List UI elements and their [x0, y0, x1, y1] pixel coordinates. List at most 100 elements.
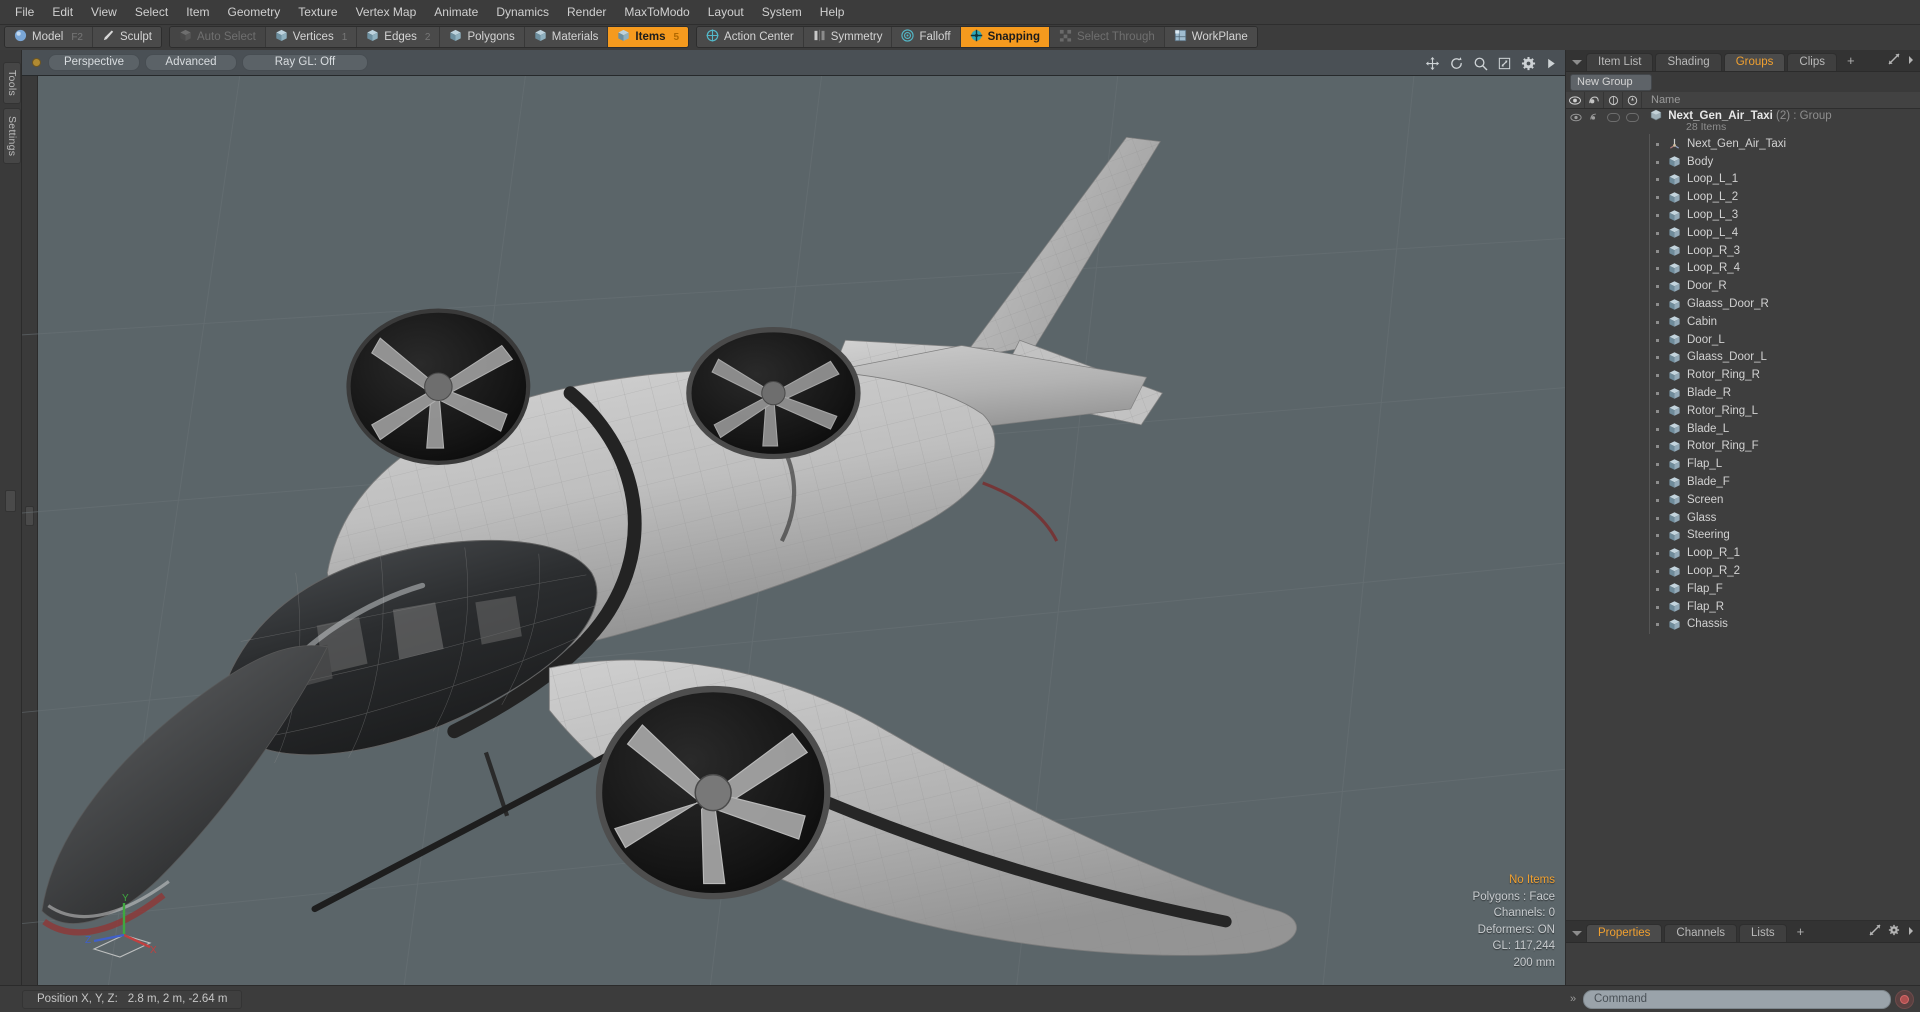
- menu-vertex-map[interactable]: Vertex Map: [347, 2, 426, 22]
- toolbar-button-symmetry[interactable]: Symmetry: [803, 27, 893, 47]
- menu-item[interactable]: Item: [177, 2, 218, 22]
- item-row[interactable]: Loop_L_3: [1566, 205, 1920, 225]
- item-row[interactable]: Rotor_Ring_R: [1566, 365, 1920, 385]
- item-row[interactable]: Flap_R: [1566, 596, 1920, 617]
- item-row[interactable]: Loop_L_4: [1566, 222, 1920, 243]
- tab-clips[interactable]: Clips: [1787, 53, 1837, 71]
- item-row[interactable]: Glaass_Door_L: [1566, 347, 1920, 368]
- viewport-shading-button[interactable]: Advanced: [145, 54, 237, 71]
- menu-texture[interactable]: Texture: [289, 2, 346, 22]
- rotate-icon[interactable]: [1449, 56, 1464, 71]
- play-icon[interactable]: [1545, 56, 1557, 71]
- move-icon[interactable]: [1425, 56, 1440, 71]
- menu-system[interactable]: System: [753, 2, 811, 22]
- menu-animate[interactable]: Animate: [425, 2, 487, 22]
- bottom-add-tab-button[interactable]: +: [1789, 922, 1813, 942]
- viewport-raygl-button[interactable]: Ray GL: Off: [242, 54, 368, 71]
- toolbar-button-action-center[interactable]: Action Center: [697, 27, 804, 47]
- toolbar-button-auto-select[interactable]: Auto Select: [169, 27, 266, 47]
- group-row[interactable]: Next_Gen_Air_Taxi (2) : Group 28 Items: [1566, 109, 1920, 135]
- 3d-viewport[interactable]: No Items Polygons : Face Channels: 0 Def…: [22, 76, 1565, 985]
- item-row[interactable]: Loop_R_3: [1566, 240, 1920, 261]
- wireframe-icon[interactable]: [1604, 92, 1623, 108]
- gear-icon[interactable]: [1888, 924, 1900, 939]
- new-group-button[interactable]: New Group: [1570, 73, 1652, 91]
- toolbar-button-workplane[interactable]: WorkPlane: [1164, 27, 1257, 47]
- tab-channels[interactable]: Channels: [1664, 924, 1738, 942]
- toolbar-button-items[interactable]: Items 5: [608, 27, 689, 47]
- menu-view[interactable]: View: [82, 2, 126, 22]
- toolbar-button-model[interactable]: Model F2: [5, 27, 93, 47]
- expand-icon[interactable]: [1869, 924, 1881, 939]
- menu-select[interactable]: Select: [126, 2, 177, 22]
- left-panel-handle[interactable]: [5, 490, 16, 512]
- item-row[interactable]: Loop_R_4: [1566, 258, 1920, 279]
- panel-menu-triangle-icon[interactable]: [1572, 60, 1582, 65]
- fit-icon[interactable]: [1497, 56, 1512, 71]
- toolbar-button-select-through[interactable]: Select Through: [1049, 27, 1165, 47]
- tab-properties[interactable]: Properties: [1586, 924, 1663, 942]
- item-row[interactable]: Steering: [1566, 525, 1920, 546]
- tab-groups[interactable]: Groups: [1723, 53, 1786, 71]
- item-row[interactable]: Flap_F: [1566, 578, 1920, 599]
- item-row[interactable]: Screen: [1566, 489, 1920, 510]
- menu-file[interactable]: File: [6, 2, 43, 22]
- vertical-tab-tools[interactable]: Tools: [3, 62, 21, 105]
- record-macro-button[interactable]: [1895, 989, 1914, 1009]
- item-row[interactable]: Loop_R_2: [1566, 561, 1920, 581]
- menu-render[interactable]: Render: [558, 2, 615, 22]
- zoom-icon[interactable]: [1473, 56, 1488, 71]
- render-icon[interactable]: [1585, 92, 1604, 108]
- group-eye-icon[interactable]: [1566, 109, 1585, 122]
- panel-more-icon[interactable]: [1907, 925, 1915, 939]
- item-row[interactable]: Door_L: [1566, 329, 1920, 350]
- item-row[interactable]: Blade_L: [1566, 418, 1920, 439]
- panel-more-icon[interactable]: [1907, 54, 1915, 68]
- tab-shading[interactable]: Shading: [1655, 53, 1722, 71]
- item-row[interactable]: Chassis: [1566, 614, 1920, 635]
- bottom-panel-menu-triangle-icon[interactable]: [1572, 931, 1582, 936]
- tab-item-list[interactable]: Item List: [1586, 53, 1654, 71]
- tab-lists[interactable]: Lists: [1739, 924, 1787, 942]
- command-chevron-icon[interactable]: »: [1567, 993, 1579, 1005]
- item-row[interactable]: Loop_R_1: [1566, 543, 1920, 563]
- add-tab-button[interactable]: +: [1839, 51, 1863, 71]
- expand-icon[interactable]: [1888, 53, 1900, 68]
- item-row[interactable]: Body: [1566, 151, 1920, 172]
- toolbar-button-materials[interactable]: Materials: [524, 27, 609, 47]
- group-render-icon[interactable]: [1585, 109, 1604, 122]
- command-input[interactable]: Command: [1583, 989, 1891, 1009]
- vertical-tab-settings[interactable]: Settings: [3, 108, 21, 165]
- viewport-view-mode-button[interactable]: Perspective: [48, 54, 140, 71]
- toolbar-button-polygons[interactable]: Polygons: [440, 27, 525, 47]
- item-row[interactable]: Blade_R: [1566, 383, 1920, 403]
- item-row[interactable]: Blade_F: [1566, 472, 1920, 492]
- menu-help[interactable]: Help: [811, 2, 854, 22]
- item-tree[interactable]: Next_Gen_Air_Taxi (2) : Group 28 Items N…: [1566, 109, 1920, 920]
- item-row[interactable]: Rotor_Ring_L: [1566, 400, 1920, 421]
- toolbar-button-edges[interactable]: Edges 2: [357, 27, 441, 47]
- toolbar-button-falloff[interactable]: Falloff: [892, 27, 961, 47]
- group-select-toggle[interactable]: [1623, 109, 1642, 122]
- item-row[interactable]: Next_Gen_Air_Taxi: [1566, 134, 1920, 154]
- toolbar-button-sculpt[interactable]: Sculpt: [93, 27, 161, 47]
- toolbar-button-vertices[interactable]: Vertices 1: [265, 27, 358, 47]
- menu-geometry[interactable]: Geometry: [219, 2, 290, 22]
- menu-layout[interactable]: Layout: [699, 2, 753, 22]
- item-row[interactable]: Cabin: [1566, 311, 1920, 332]
- item-row[interactable]: Glaass_Door_R: [1566, 294, 1920, 314]
- gear-icon[interactable]: [1521, 56, 1536, 71]
- select-icon[interactable]: [1623, 92, 1642, 108]
- menu-dynamics[interactable]: Dynamics: [487, 2, 558, 22]
- item-row[interactable]: Loop_L_2: [1566, 187, 1920, 207]
- menu-edit[interactable]: Edit: [43, 2, 82, 22]
- viewport-menu-dot-icon[interactable]: [32, 58, 41, 67]
- item-row[interactable]: Flap_L: [1566, 454, 1920, 474]
- menu-maxtomodo[interactable]: MaxToModo: [615, 2, 698, 22]
- toolbar-button-snapping[interactable]: Snapping: [960, 27, 1050, 47]
- item-row[interactable]: Glass: [1566, 507, 1920, 528]
- eye-icon[interactable]: [1566, 92, 1585, 108]
- item-row[interactable]: Loop_L_1: [1566, 169, 1920, 190]
- group-wireframe-toggle[interactable]: [1604, 109, 1623, 122]
- item-row[interactable]: Door_R: [1566, 276, 1920, 296]
